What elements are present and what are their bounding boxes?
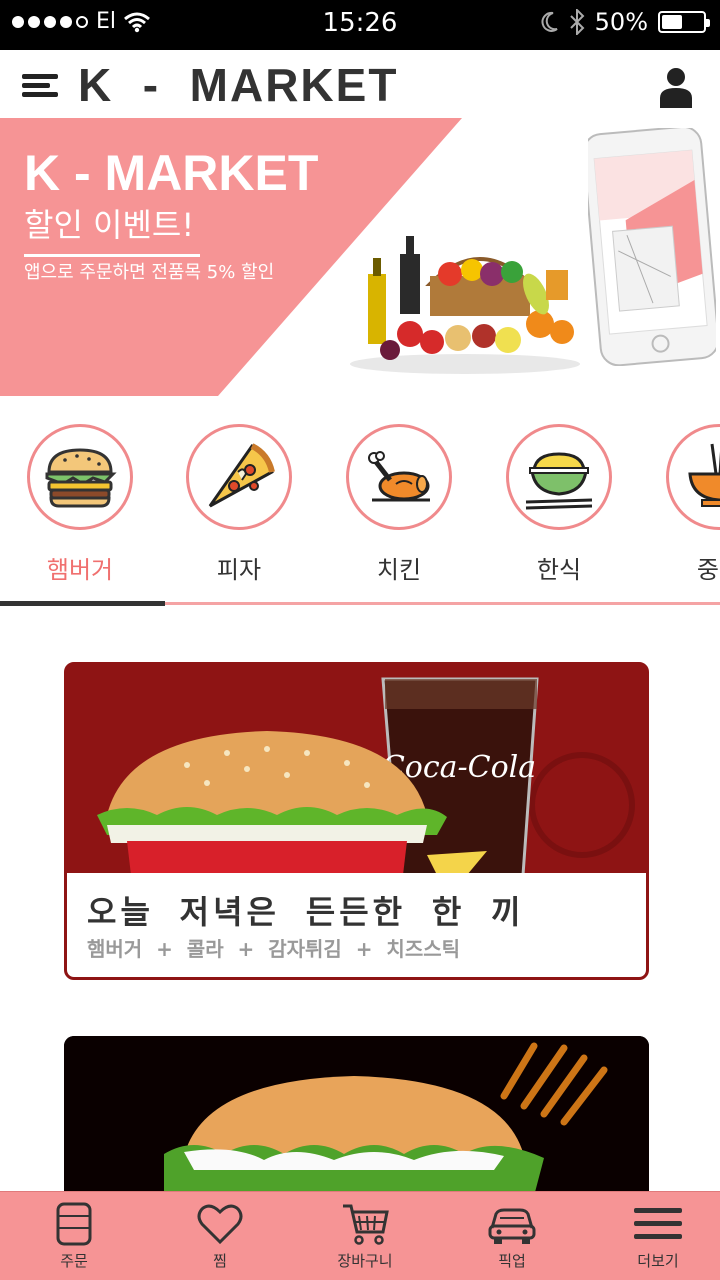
more-menu-icon <box>634 1208 682 1239</box>
cart-icon <box>343 1204 389 1245</box>
category-active-indicator <box>0 601 165 606</box>
category-label: 피자 <box>216 556 262 584</box>
tab-label: 픽업 <box>498 1252 526 1270</box>
tab-label: 찜 <box>213 1252 227 1270</box>
category-chicken[interactable]: 치킨 <box>344 424 454 585</box>
category-pizza[interactable]: 피자 <box>184 424 294 585</box>
category-label: 중식 <box>696 556 720 584</box>
user-icon[interactable] <box>658 66 694 108</box>
card-text-panel: 오늘 저녁은 든든한 한 끼 햄버거 + 콜라 + 감자튀김 + 치즈스틱 <box>67 873 646 977</box>
order-icon <box>56 1202 92 1246</box>
noodle-bowl-icon <box>688 443 720 507</box>
tab-order[interactable]: 주문 <box>14 1192 134 1280</box>
rice-bowl-icon <box>525 452 593 510</box>
tab-label: 주문 <box>60 1252 88 1270</box>
car-icon <box>488 1208 536 1244</box>
category-circle <box>666 424 720 530</box>
category-circle <box>346 424 452 530</box>
heart-icon <box>197 1204 243 1245</box>
grocery-basket-image <box>350 236 580 374</box>
tab-favorites[interactable]: 찜 <box>160 1192 280 1280</box>
tab-more[interactable]: 더보기 <box>598 1192 718 1280</box>
pizza-icon <box>208 443 275 508</box>
chicken-icon <box>368 451 430 502</box>
banner-subtitle: 할인 이벤트! <box>24 200 200 257</box>
status-bar: El 15:26 50% <box>0 0 720 50</box>
app-header: K - MARKET <box>0 50 720 120</box>
category-circle <box>27 424 133 530</box>
promo-banner[interactable]: K - MARKET 할인 이벤트! 앱으로 주문하면 전품목 5% 할인 <box>0 118 720 396</box>
card-items: 햄버거 + 콜라 + 감자튀김 + 치즈스틱 <box>87 937 461 961</box>
battery-icon <box>658 11 710 33</box>
card-title: 오늘 저녁은 든든한 한 끼 <box>87 894 525 930</box>
category-circle <box>506 424 612 530</box>
status-right-group: 50% <box>539 8 710 36</box>
moon-icon <box>541 11 558 32</box>
promo-card[interactable]: Coca-Cola 오늘 저녁은 든든한 한 끼 햄버거 + 콜라 + 감자튀김… <box>64 662 649 980</box>
battery-percent: 50% <box>594 8 648 36</box>
bottom-tab-bar: 주문 찜 장바구니 픽업 더보기 <box>0 1191 720 1280</box>
category-scroller[interactable]: 햄버거 피자 치킨 한식 중 <box>0 396 720 606</box>
tab-pickup[interactable]: 픽업 <box>452 1192 572 1280</box>
battery-level <box>662 15 682 29</box>
banner-title: K - MARKET <box>24 145 319 201</box>
category-label: 햄버거 <box>46 556 114 584</box>
category-burger[interactable]: 햄버거 <box>25 424 135 585</box>
banner-description: 앱으로 주문하면 전품목 5% 할인 <box>24 262 275 283</box>
category-korean[interactable]: 한식 <box>504 424 614 585</box>
hamburger-menu-icon[interactable] <box>22 74 58 98</box>
app-title: K - MARKET <box>78 59 399 111</box>
burger-icon <box>45 448 117 508</box>
category-label: 치킨 <box>376 556 422 584</box>
category-label: 한식 <box>536 556 582 584</box>
burger-combo-image: Coca-Cola <box>67 665 646 875</box>
category-chinese[interactable]: 중식 <box>664 424 720 585</box>
tab-cart[interactable]: 장바구니 <box>305 1192 425 1280</box>
category-circle <box>186 424 292 530</box>
phone-mockup-image <box>588 128 716 366</box>
tab-label: 더보기 <box>637 1252 679 1270</box>
bluetooth-icon <box>569 9 585 35</box>
tab-label: 장바구니 <box>337 1252 393 1270</box>
